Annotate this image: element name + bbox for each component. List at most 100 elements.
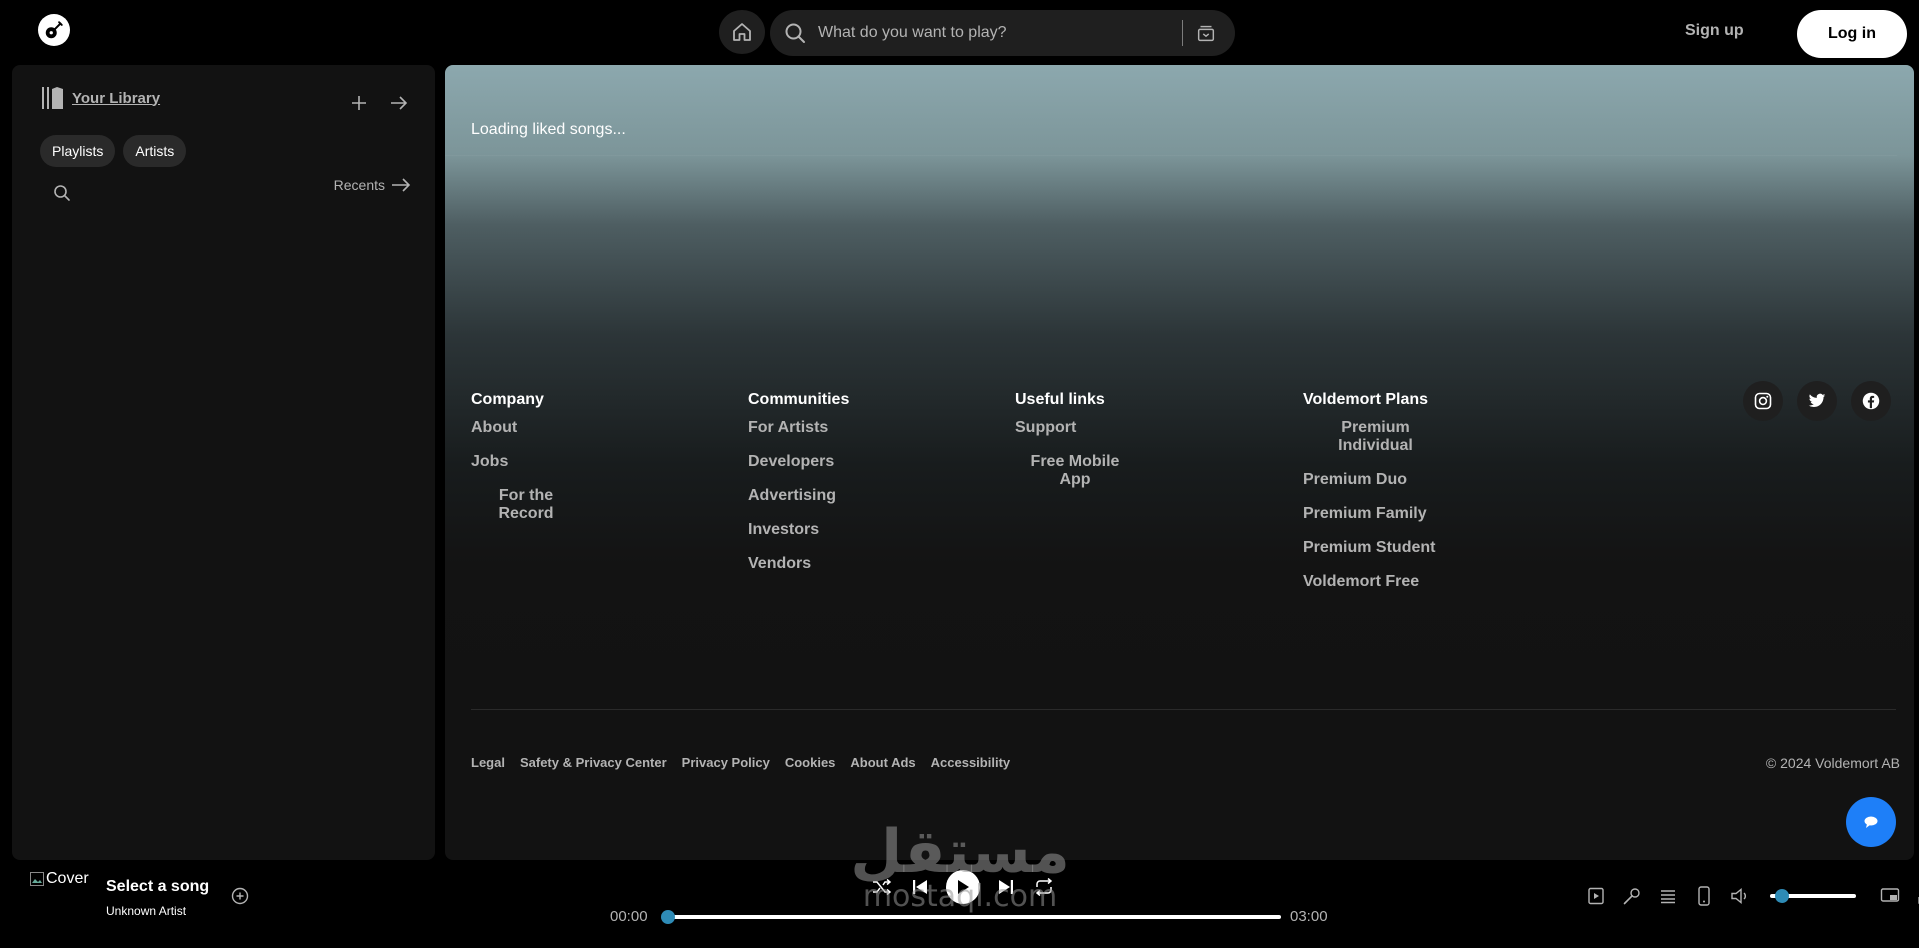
create-playlist-button[interactable] <box>347 91 371 115</box>
footer-divider <box>471 709 1896 710</box>
twitter-button[interactable] <box>1797 381 1837 421</box>
song-artist[interactable]: Unknown Artist <box>106 904 186 918</box>
footer-column-useful-links: Useful links Support Free Mobile App <box>1015 391 1135 505</box>
legal-link-accessibility[interactable]: Accessibility <box>931 755 1011 770</box>
copyright-text: © 2024 Voldemort AB <box>1765 755 1900 771</box>
current-time: 00:00 <box>610 908 648 925</box>
footer-heading: Company <box>471 391 544 408</box>
footer-link-support[interactable]: Support <box>1015 419 1135 437</box>
social-links <box>1743 381 1891 421</box>
library-title[interactable]: Your Library <box>72 90 160 107</box>
play-button[interactable] <box>946 870 980 904</box>
legal-link-privacy-policy[interactable]: Privacy Policy <box>682 755 770 770</box>
footer-link-jobs[interactable]: Jobs <box>471 453 581 471</box>
add-to-library-button[interactable] <box>228 884 252 908</box>
chip-playlists[interactable]: Playlists <box>40 135 116 167</box>
extra-controls <box>1584 884 1919 908</box>
footer-link-advertising[interactable]: Advertising <box>748 487 849 505</box>
lyrics-button[interactable] <box>1620 884 1644 908</box>
microphone-icon <box>1623 888 1640 905</box>
footer-link-investors[interactable]: Investors <box>748 521 849 539</box>
shuffle-button[interactable] <box>870 875 894 899</box>
skip-forward-icon <box>999 880 1013 894</box>
search-icon <box>54 185 70 201</box>
legal-links: Legal Safety & Privacy Center Privacy Po… <box>471 755 1010 770</box>
chat-button[interactable] <box>1846 797 1896 847</box>
mute-button[interactable] <box>1728 884 1752 908</box>
connect-device-button[interactable] <box>1692 884 1716 908</box>
now-playing-view-button[interactable] <box>1584 884 1608 908</box>
search-icon <box>782 20 808 46</box>
search-input[interactable] <box>808 10 1182 56</box>
footer-link-premium-student[interactable]: Premium Student <box>1303 539 1448 557</box>
chat-bubble-icon <box>1864 816 1878 828</box>
facebook-icon <box>1862 392 1880 410</box>
browse-icon[interactable] <box>1193 20 1219 46</box>
volume-slider[interactable] <box>1770 889 1856 903</box>
repeat-icon <box>1035 878 1053 896</box>
legal-link-safety-privacy[interactable]: Safety & Privacy Center <box>520 755 667 770</box>
library-header[interactable]: Your Library <box>40 85 160 111</box>
instagram-button[interactable] <box>1743 381 1783 421</box>
footer-heading: Communities <box>748 391 850 408</box>
footer-link-about[interactable]: About <box>471 419 581 437</box>
library-search-button[interactable] <box>50 181 74 205</box>
facebook-button[interactable] <box>1851 381 1891 421</box>
broken-image-icon <box>30 872 44 886</box>
queue-button[interactable] <box>1656 884 1680 908</box>
progress-bar[interactable] <box>661 910 1281 924</box>
play-icon <box>958 880 969 894</box>
library-actions <box>347 91 411 115</box>
home-icon <box>733 23 751 41</box>
footer-link-for-artists[interactable]: For Artists <box>748 419 849 437</box>
shuffle-icon <box>873 878 892 896</box>
signup-button[interactable]: Sign up <box>1685 22 1744 40</box>
skip-back-icon <box>913 880 927 894</box>
next-button[interactable] <box>994 875 1018 899</box>
legal-link-about-ads[interactable]: About Ads <box>850 755 915 770</box>
legal-link-legal[interactable]: Legal <box>471 755 505 770</box>
fullscreen-button[interactable] <box>1914 884 1919 908</box>
progress-knob[interactable] <box>661 910 675 924</box>
filter-chips: Playlists Artists <box>40 135 187 167</box>
miniplayer-icon <box>1880 888 1900 902</box>
plus-circle-icon <box>231 887 249 905</box>
total-time: 03:00 <box>1290 908 1328 925</box>
top-bar: Sign up Log in <box>0 0 1919 64</box>
footer-link-premium-individual[interactable]: Premium Individual <box>1303 419 1448 455</box>
footer-link-vendors[interactable]: Vendors <box>748 555 849 573</box>
arrow-right-icon <box>391 96 408 110</box>
login-button[interactable]: Log in <box>1797 10 1907 58</box>
main-content: Loading liked songs... Company About Job… <box>445 65 1914 860</box>
app-logo[interactable] <box>38 14 70 46</box>
search-divider <box>1182 20 1183 46</box>
library-sidebar: Your Library Playlists Artists Recents <box>12 65 435 860</box>
header-divider <box>445 155 1897 156</box>
now-playing-icon <box>1588 887 1604 905</box>
player-bar: Cover Select a song Unknown Artist 00:00… <box>0 860 1919 948</box>
device-icon <box>1698 886 1710 906</box>
previous-button[interactable] <box>908 875 932 899</box>
repeat-button[interactable] <box>1032 875 1056 899</box>
legal-link-cookies[interactable]: Cookies <box>785 755 836 770</box>
footer-heading: Useful links <box>1015 391 1105 408</box>
volume-knob[interactable] <box>1774 889 1789 903</box>
footer-link-for-the-record[interactable]: For the Record <box>471 487 581 523</box>
recents-sort-button[interactable]: Recents <box>334 177 411 193</box>
chip-artists[interactable]: Artists <box>123 135 187 167</box>
song-title[interactable]: Select a song <box>106 878 209 896</box>
loading-message: Loading liked songs... <box>471 121 626 138</box>
plus-icon <box>352 96 366 110</box>
playback-controls <box>870 870 1056 904</box>
instagram-icon <box>1754 392 1772 410</box>
footer-link-premium-duo[interactable]: Premium Duo <box>1303 471 1448 489</box>
footer-link-free-mobile-app[interactable]: Free Mobile App <box>1015 453 1135 489</box>
album-cover: Cover <box>30 870 89 888</box>
footer-column-company: Company About Jobs For the Record <box>471 391 581 539</box>
miniplayer-button[interactable] <box>1878 884 1902 908</box>
home-button[interactable] <box>719 10 765 54</box>
footer-link-premium-family[interactable]: Premium Family <box>1303 505 1448 523</box>
footer-link-developers[interactable]: Developers <box>748 453 849 471</box>
expand-library-button[interactable] <box>387 91 411 115</box>
footer-link-voldemort-free[interactable]: Voldemort Free <box>1303 573 1448 591</box>
